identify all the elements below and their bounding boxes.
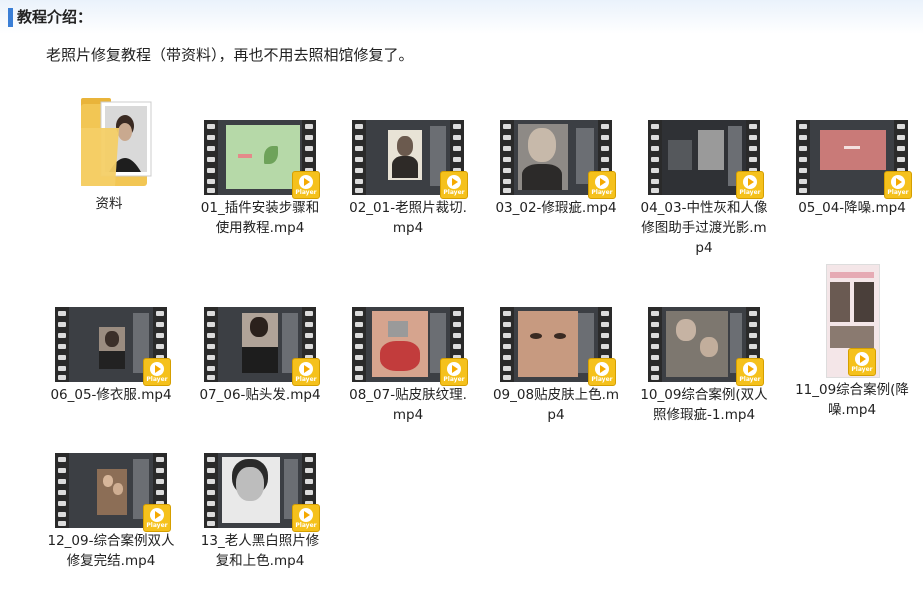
file-label: 05_04-降噪.mp4 [798,200,906,216]
file-label: 12_09-综合案例双人修复完结.mp4 [47,533,175,569]
video-thumbnail: Player [204,453,320,532]
player-play-icon: Player [292,358,320,386]
file-label: 10_09综合案例(双人照修瑕疵-1.mp4 [640,387,768,423]
file-label: 11_09综合案例(降噪.mp4 [795,382,909,418]
file-label: 03_02-修瑕疵.mp4 [495,200,617,216]
file-label: 01_插件安装步骤和使用教程.mp4 [200,200,320,236]
video-thumbnail: Player [796,120,912,199]
video-thumbnail: Player [500,307,616,386]
player-play-icon: Player [848,348,876,376]
video-thumbnail: Player [352,307,468,386]
player-play-icon: Player [884,171,912,199]
file-label: 09_08贴皮肤上色.mp4 [492,387,620,423]
section-header: 教程介绍： [0,0,923,34]
header-accent-bar [8,8,13,27]
player-play-icon: Player [440,358,468,386]
player-play-icon: Player [292,171,320,199]
player-play-icon: Player [292,504,320,532]
video-thumbnail: Player [204,307,320,386]
video-thumbnail: Player [500,120,616,199]
file-label: 04_03-中性灰和人像修图助手过渡光影.mp4 [640,200,768,256]
video-thumbnail: Player [648,307,764,386]
video-thumbnail: Player [204,120,320,199]
player-play-icon: Player [588,171,616,199]
intro-text: 老照片修复教程（带资料），再也不用去照相馆修复了。 [46,46,414,64]
folder-icon [81,98,152,186]
player-play-icon: Player [588,358,616,386]
player-play-icon: Player [736,358,764,386]
video-thumbnail: Player [55,307,171,386]
section-title: 教程介绍： [17,8,93,26]
file-label: 08_07-贴皮肤纹理.mp4 [349,387,467,423]
video-thumbnail: Player [55,453,171,532]
video-thumbnail: Player [352,120,468,199]
file-label: 资料 [95,196,123,212]
player-play-icon: Player [143,504,171,532]
video-thumbnail: Player [648,120,764,199]
file-label: 02_01-老照片裁切.mp4 [349,200,467,236]
file-label: 07_06-贴头发.mp4 [199,387,321,403]
player-play-icon: Player [143,358,171,386]
file-label: 06_05-修衣服.mp4 [50,387,172,403]
file-label: 13_老人黑白照片修复和上色.mp4 [200,533,320,569]
player-play-icon: Player [440,171,468,199]
player-play-icon: Player [736,171,764,199]
video-thumbnail: Player [826,264,880,378]
